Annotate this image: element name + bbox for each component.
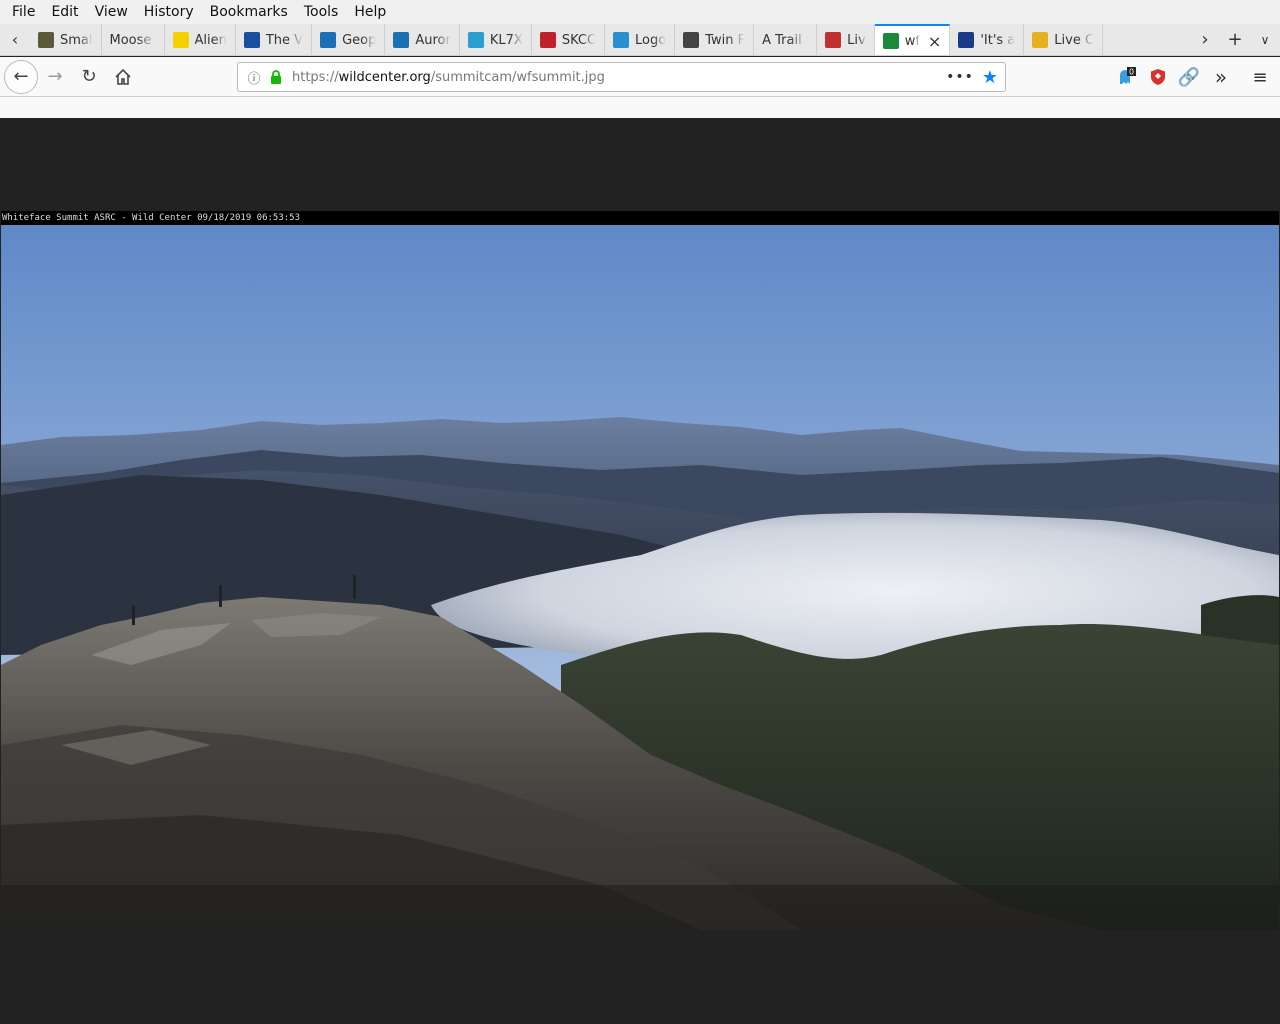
globe-icon <box>467 32 484 48</box>
shield-icon <box>1032 32 1049 48</box>
menu-tools[interactable]: Tools <box>296 0 347 24</box>
double-chevron-right-icon: » <box>1214 65 1228 89</box>
tab-2[interactable]: Alien <box>165 24 236 55</box>
tab-3[interactable]: The V <box>236 24 313 55</box>
tab-scroll-right-button[interactable]: › <box>1190 24 1220 56</box>
chevron-down-icon: ∨ <box>1260 32 1270 47</box>
extension-ghostery-button[interactable]: 0 <box>1111 62 1141 92</box>
edge-icon <box>613 32 630 48</box>
menu-bookmarks[interactable]: Bookmarks <box>202 0 296 24</box>
menu-file[interactable]: File <box>4 0 43 24</box>
all-tabs-button[interactable]: ∨ <box>1250 24 1280 56</box>
back-button[interactable]: ← <box>4 59 38 94</box>
tab-label: KL7X <box>489 32 523 48</box>
url-text[interactable]: https://wildcenter.org/summitcam/wfsummi… <box>292 70 945 85</box>
live-icon <box>825 32 842 48</box>
chevron-right-icon: › <box>1201 29 1209 50</box>
page-actions-button[interactable]: ••• <box>945 69 975 85</box>
tab-label: SKCC <box>561 32 597 48</box>
tab-label: Moose R <box>109 32 156 48</box>
menu-history[interactable]: History <box>136 0 202 24</box>
summit-landscape-photo <box>1 225 1279 930</box>
tab-label: wf <box>904 33 920 49</box>
image-icon <box>38 32 54 48</box>
tab-0[interactable]: Smal <box>30 24 102 55</box>
grid-icon <box>683 32 700 48</box>
url-path: /summitcam/wfsummit.jpg <box>430 69 605 85</box>
overflow-menu-button[interactable]: » <box>1206 62 1236 92</box>
tab-label: Geop <box>342 32 377 48</box>
tab-10[interactable]: A Trail to <box>754 24 818 55</box>
tab-1[interactable]: Moose R <box>102 24 165 55</box>
tab-4[interactable]: Geop <box>312 24 386 55</box>
circle-icon <box>958 32 975 48</box>
skcc-icon <box>539 32 556 48</box>
w3-icon <box>243 32 260 48</box>
arrow-right-icon: → <box>47 66 63 87</box>
webcam-image[interactable]: Whiteface Summit ASRC - Wild Center 09/1… <box>1 211 1279 930</box>
extension-badge: 0 <box>1129 68 1134 77</box>
tab-label: Live C <box>1054 32 1095 48</box>
tab-label: Twin F <box>705 32 746 48</box>
tab-6[interactable]: KL7X <box>460 24 532 55</box>
wildcenter-icon <box>882 33 899 49</box>
tab-9[interactable]: Twin F <box>675 24 755 55</box>
extension-privacy-badger-button[interactable] <box>1143 62 1173 92</box>
url-host: wildcenter.org <box>338 69 431 85</box>
menu-edit[interactable]: Edit <box>43 0 86 24</box>
shield-red-icon <box>1151 69 1165 85</box>
tab-5[interactable]: Auror <box>385 24 460 55</box>
tab-label: 'It's a <box>980 32 1016 48</box>
close-tab-icon[interactable]: × <box>928 32 941 51</box>
tab-label: Smal <box>60 32 93 48</box>
app-menu-button[interactable]: ≡ <box>1245 62 1275 92</box>
tab-label: Liv <box>847 32 866 48</box>
chevron-left-icon: ‹ <box>11 30 19 49</box>
home-button[interactable] <box>106 60 140 94</box>
ghost-icon: 0 <box>1120 67 1136 84</box>
tab-label: Alien <box>194 32 227 48</box>
radiation-icon <box>172 32 189 48</box>
tab-actions: › + ∨ <box>1190 24 1280 55</box>
url-scheme: https:// <box>292 69 339 85</box>
noaa-icon <box>393 32 410 48</box>
tab-label: Logo <box>635 32 667 48</box>
tab-list: Smal Moose R Alien The V Geop Auror KL7X SKCC Lo… <box>30 24 1190 55</box>
tab-12[interactable]: wf × <box>874 24 951 55</box>
menu-bar: File Edit View History Bookmarks Tools H… <box>0 0 1280 24</box>
reload-icon: ↻ <box>81 66 97 87</box>
site-info-icon[interactable]: ⓘ <box>242 68 266 87</box>
link-icon: 🔗 <box>1177 66 1201 88</box>
home-icon <box>115 68 131 85</box>
reload-button[interactable]: ↻ <box>72 60 106 94</box>
tab-label: A Trail to <box>762 32 808 48</box>
toolbar-bottom-edge <box>0 97 1280 118</box>
address-bar[interactable]: ⓘ https://wildcenter.org/summitcam/wfsum… <box>237 62 1006 92</box>
tab-14[interactable]: Live C <box>1024 24 1104 55</box>
bookmark-star-icon[interactable]: ★ <box>975 67 1005 88</box>
extension-link-button[interactable]: 🔗 <box>1174 62 1204 92</box>
forward-button[interactable]: → <box>38 60 72 94</box>
lock-icon[interactable] <box>266 70 286 84</box>
menu-help[interactable]: Help <box>346 0 394 24</box>
menu-view[interactable]: View <box>87 0 136 24</box>
noaa-icon <box>320 32 337 48</box>
tab-scroll-left-button[interactable]: ‹ <box>0 24 30 55</box>
hamburger-menu-icon: ≡ <box>1252 66 1268 88</box>
tab-7[interactable]: SKCC <box>532 24 606 55</box>
tab-strip: ‹ Smal Moose R Alien The V Geop Auror KL7X SKCC… <box>0 24 1280 56</box>
image-timestamp-caption: Whiteface Summit ASRC - Wild Center 09/1… <box>1 211 1279 225</box>
tab-label: The V <box>265 32 304 48</box>
navigation-toolbar: ← → ↻ ⓘ https://wildcenter.org/summitcam… <box>0 57 1280 97</box>
arrow-left-icon: ← <box>13 66 29 87</box>
tab-label: Auror <box>415 32 451 48</box>
tab-8[interactable]: Logo <box>605 24 676 55</box>
tab-11[interactable]: Liv <box>817 24 875 55</box>
plus-icon: + <box>1227 29 1243 50</box>
new-tab-button[interactable]: + <box>1220 24 1250 56</box>
page-content: Whiteface Summit ASRC - Wild Center 09/1… <box>0 118 1280 1024</box>
tab-13[interactable]: 'It's a <box>950 24 1025 55</box>
